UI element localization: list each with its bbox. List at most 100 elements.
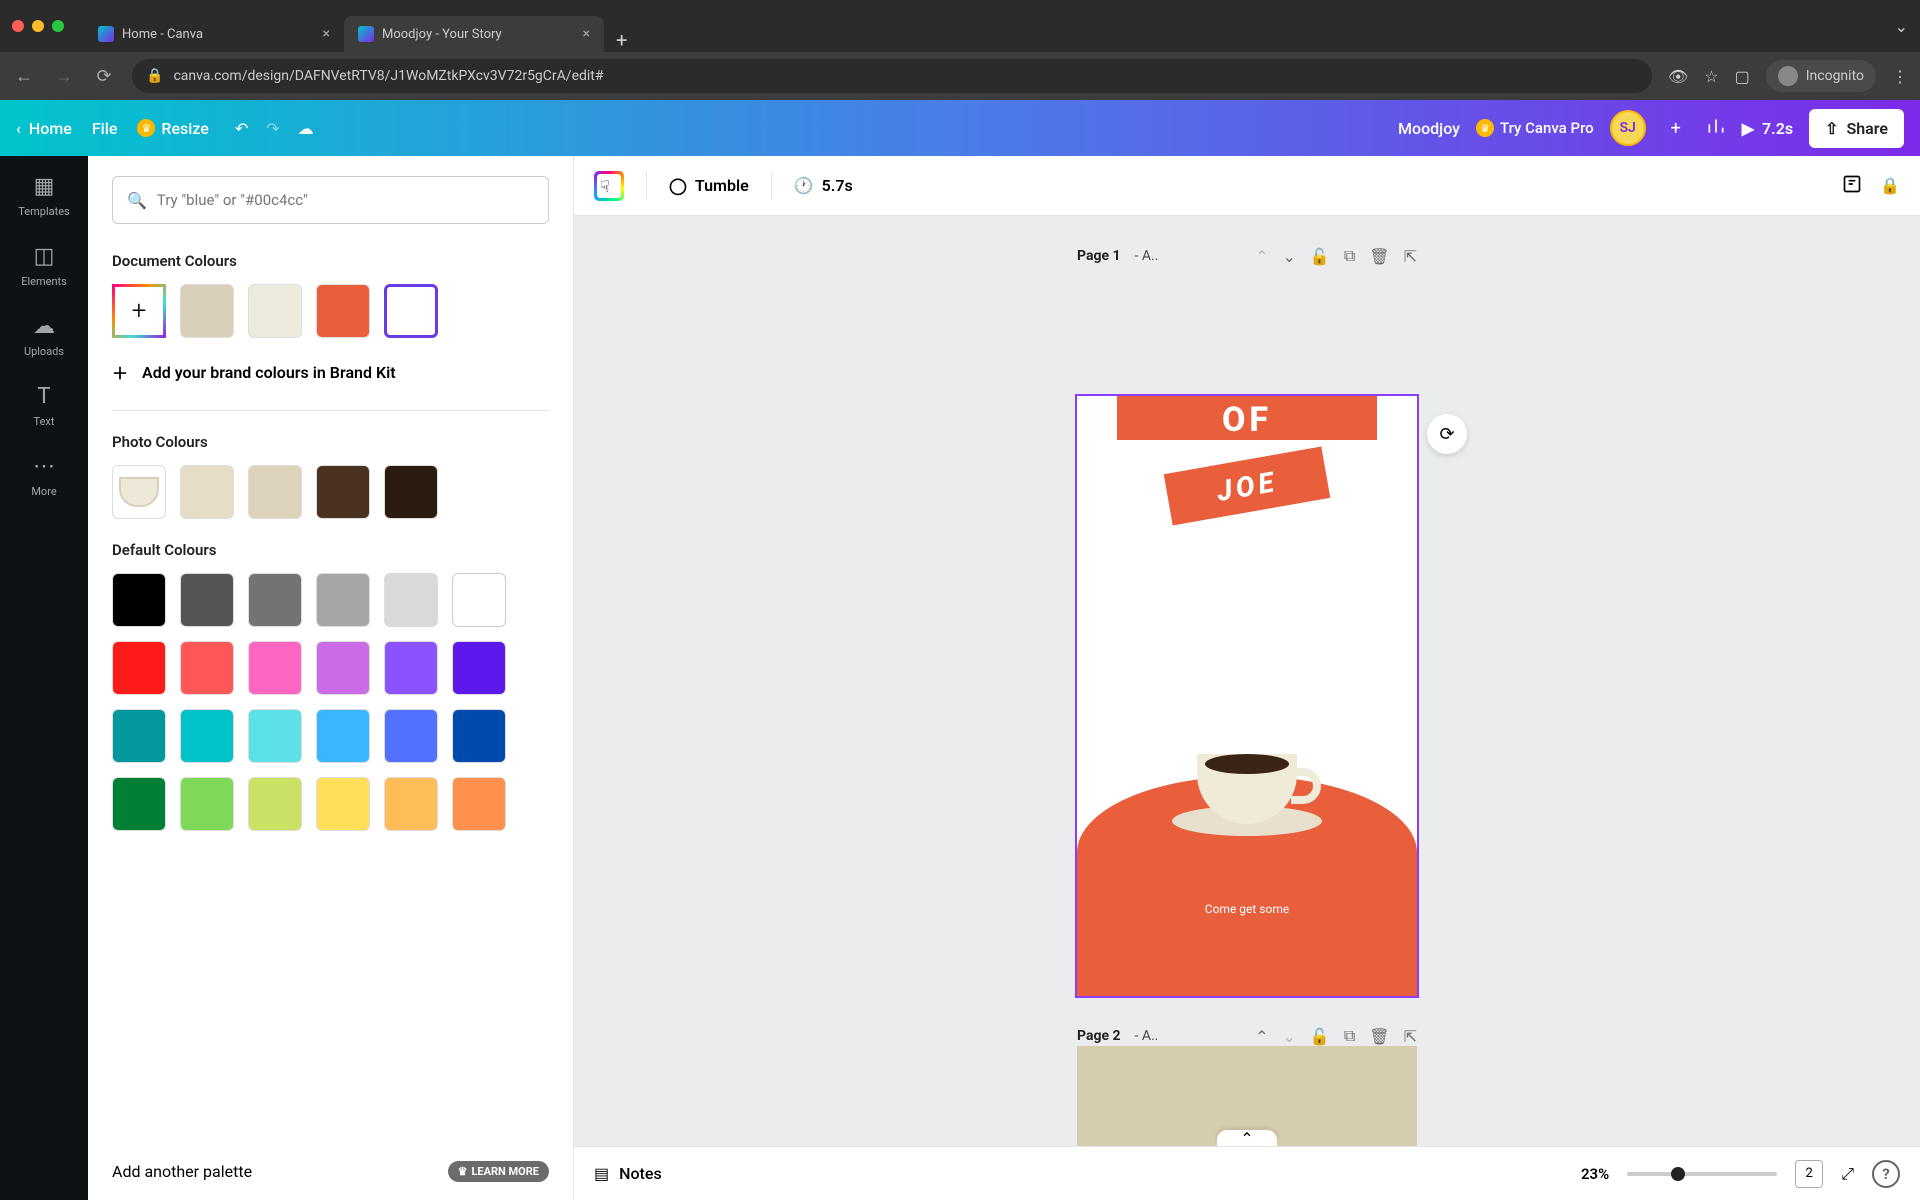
color-swatch[interactable]: [180, 777, 234, 831]
color-swatch[interactable]: [248, 284, 302, 338]
color-swatch[interactable]: [452, 641, 506, 695]
color-swatch[interactable]: [384, 573, 438, 627]
color-swatch[interactable]: [248, 709, 302, 763]
lock-icon[interactable]: 🔒: [1880, 176, 1900, 195]
color-swatch[interactable]: [452, 777, 506, 831]
rail-elements[interactable]: ◫ Elements: [21, 244, 67, 288]
redo-button[interactable]: ↷: [266, 119, 279, 138]
color-swatch-selected[interactable]: [384, 284, 438, 338]
color-swatch[interactable]: [112, 709, 166, 763]
page-canvas[interactable]: ⟳ OF JOE Come get some: [1077, 396, 1417, 996]
cloud-sync-icon[interactable]: ☁: [298, 119, 314, 138]
browser-menu-icon[interactable]: ⋮: [1892, 67, 1908, 86]
notes-button[interactable]: ▤ Notes: [594, 1164, 662, 1183]
color-swatch[interactable]: [112, 573, 166, 627]
page-down-icon[interactable]: ⌄: [1283, 1027, 1296, 1046]
color-swatch[interactable]: [248, 641, 302, 695]
duration-button[interactable]: 🕐 5.7s: [794, 176, 853, 195]
zoom-value[interactable]: 23%: [1581, 1165, 1609, 1183]
color-swatch[interactable]: [248, 573, 302, 627]
new-tab-button[interactable]: +: [604, 28, 639, 52]
incognito-eye-icon[interactable]: 👁: [1668, 67, 1688, 86]
add-color-swatch[interactable]: +: [112, 284, 166, 338]
window-minimize[interactable]: [32, 20, 44, 32]
color-swatch[interactable]: [248, 465, 302, 519]
color-swatch[interactable]: [452, 573, 506, 627]
resize-button[interactable]: ♛ Resize: [137, 119, 208, 138]
page-duplicate-icon[interactable]: ⧉: [1344, 246, 1355, 266]
page-add-icon[interactable]: ⇱: [1404, 1027, 1417, 1046]
page-lock-icon[interactable]: 🔓: [1310, 1027, 1330, 1046]
reload-button[interactable]: ⟳: [92, 66, 116, 87]
insights-icon[interactable]: [1706, 116, 1726, 140]
file-menu[interactable]: File: [92, 119, 118, 138]
color-swatch[interactable]: [316, 777, 370, 831]
window-maximize[interactable]: [52, 20, 64, 32]
color-search[interactable]: 🔍: [112, 176, 549, 224]
art-text-joe[interactable]: JOE: [1164, 447, 1331, 526]
color-swatch[interactable]: [452, 709, 506, 763]
art-text-of[interactable]: OF: [1117, 396, 1377, 440]
color-swatch[interactable]: [180, 284, 234, 338]
page-count-button[interactable]: 2: [1795, 1160, 1823, 1188]
forward-button[interactable]: →: [52, 66, 76, 87]
page-delete-icon[interactable]: 🗑: [1369, 247, 1389, 266]
back-button[interactable]: ←: [12, 66, 36, 87]
color-swatch[interactable]: [180, 709, 234, 763]
page-add-icon[interactable]: ⇱: [1404, 247, 1417, 266]
browser-tab[interactable]: Moodjoy - Your Story ×: [344, 16, 604, 52]
add-member-button[interactable]: +: [1662, 114, 1690, 142]
color-swatch[interactable]: [180, 573, 234, 627]
close-icon[interactable]: ×: [583, 26, 590, 42]
zoom-thumb[interactable]: [1671, 1167, 1685, 1181]
add-brand-kit[interactable]: ＋ Add your brand colours in Brand Kit: [112, 360, 549, 384]
bookmark-star-icon[interactable]: ☆: [1704, 67, 1718, 86]
color-swatch[interactable]: [248, 777, 302, 831]
rail-text[interactable]: T Text: [34, 384, 55, 428]
page-down-icon[interactable]: ⌄: [1283, 247, 1296, 266]
zoom-slider[interactable]: [1627, 1172, 1777, 1176]
color-search-input[interactable]: [157, 191, 534, 209]
art-coffee-cup[interactable]: [1177, 736, 1317, 836]
color-swatch[interactable]: [384, 777, 438, 831]
color-swatch[interactable]: [384, 641, 438, 695]
color-swatch[interactable]: [316, 641, 370, 695]
add-palette-link[interactable]: Add another palette: [112, 1162, 252, 1181]
color-swatch[interactable]: [384, 709, 438, 763]
background-color-picker[interactable]: ☟: [594, 171, 624, 201]
try-pro-button[interactable]: ♛ Try Canva Pro: [1476, 119, 1594, 137]
timeline-expand-handle[interactable]: ⌃: [1217, 1130, 1277, 1146]
document-title[interactable]: Moodjoy: [1398, 119, 1460, 138]
color-swatch[interactable]: [112, 641, 166, 695]
fullscreen-icon[interactable]: ⤢: [1841, 1164, 1854, 1184]
color-swatch[interactable]: [316, 573, 370, 627]
browser-tab[interactable]: Home - Canva ×: [84, 16, 344, 52]
color-swatch[interactable]: [112, 777, 166, 831]
page-up-icon[interactable]: ⌃: [1255, 247, 1268, 266]
help-button[interactable]: ?: [1872, 1160, 1900, 1188]
page-lock-icon[interactable]: 🔓: [1310, 247, 1330, 266]
learn-more-button[interactable]: ♛ LEARN MORE: [448, 1161, 549, 1182]
address-bar[interactable]: 🔒 canva.com/design/DAFNVetRTV8/J1WoMZtkP…: [132, 59, 1652, 93]
color-swatch[interactable]: [384, 465, 438, 519]
window-close[interactable]: [12, 20, 24, 32]
undo-button[interactable]: ↶: [235, 119, 248, 138]
share-button[interactable]: ⇧ Share: [1809, 109, 1904, 148]
position-icon[interactable]: [1842, 174, 1862, 198]
user-avatar[interactable]: SJ: [1610, 110, 1646, 146]
present-button[interactable]: ▶ 7.2s: [1742, 119, 1793, 138]
animation-button[interactable]: ◯ Tumble: [669, 176, 749, 195]
page-label-prefix[interactable]: Page 2: [1077, 1028, 1121, 1044]
tabs-dropdown[interactable]: ⌄: [1895, 17, 1908, 36]
page-label-prefix[interactable]: Page 1: [1077, 248, 1121, 264]
regenerate-button[interactable]: ⟳: [1427, 414, 1467, 454]
color-swatch[interactable]: [316, 284, 370, 338]
photo-source-swatch[interactable]: [112, 465, 166, 519]
close-icon[interactable]: ×: [323, 26, 330, 42]
panel-icon[interactable]: ▢: [1735, 67, 1750, 86]
color-swatch[interactable]: [180, 641, 234, 695]
canvas-scroll[interactable]: Page 1 - A.. ⌃ ⌄ 🔓 ⧉ 🗑 ⇱ ⟳ OF JOE: [574, 216, 1920, 1146]
home-button[interactable]: ‹ Home: [16, 119, 72, 138]
color-swatch[interactable]: [180, 465, 234, 519]
color-swatch[interactable]: [316, 465, 370, 519]
